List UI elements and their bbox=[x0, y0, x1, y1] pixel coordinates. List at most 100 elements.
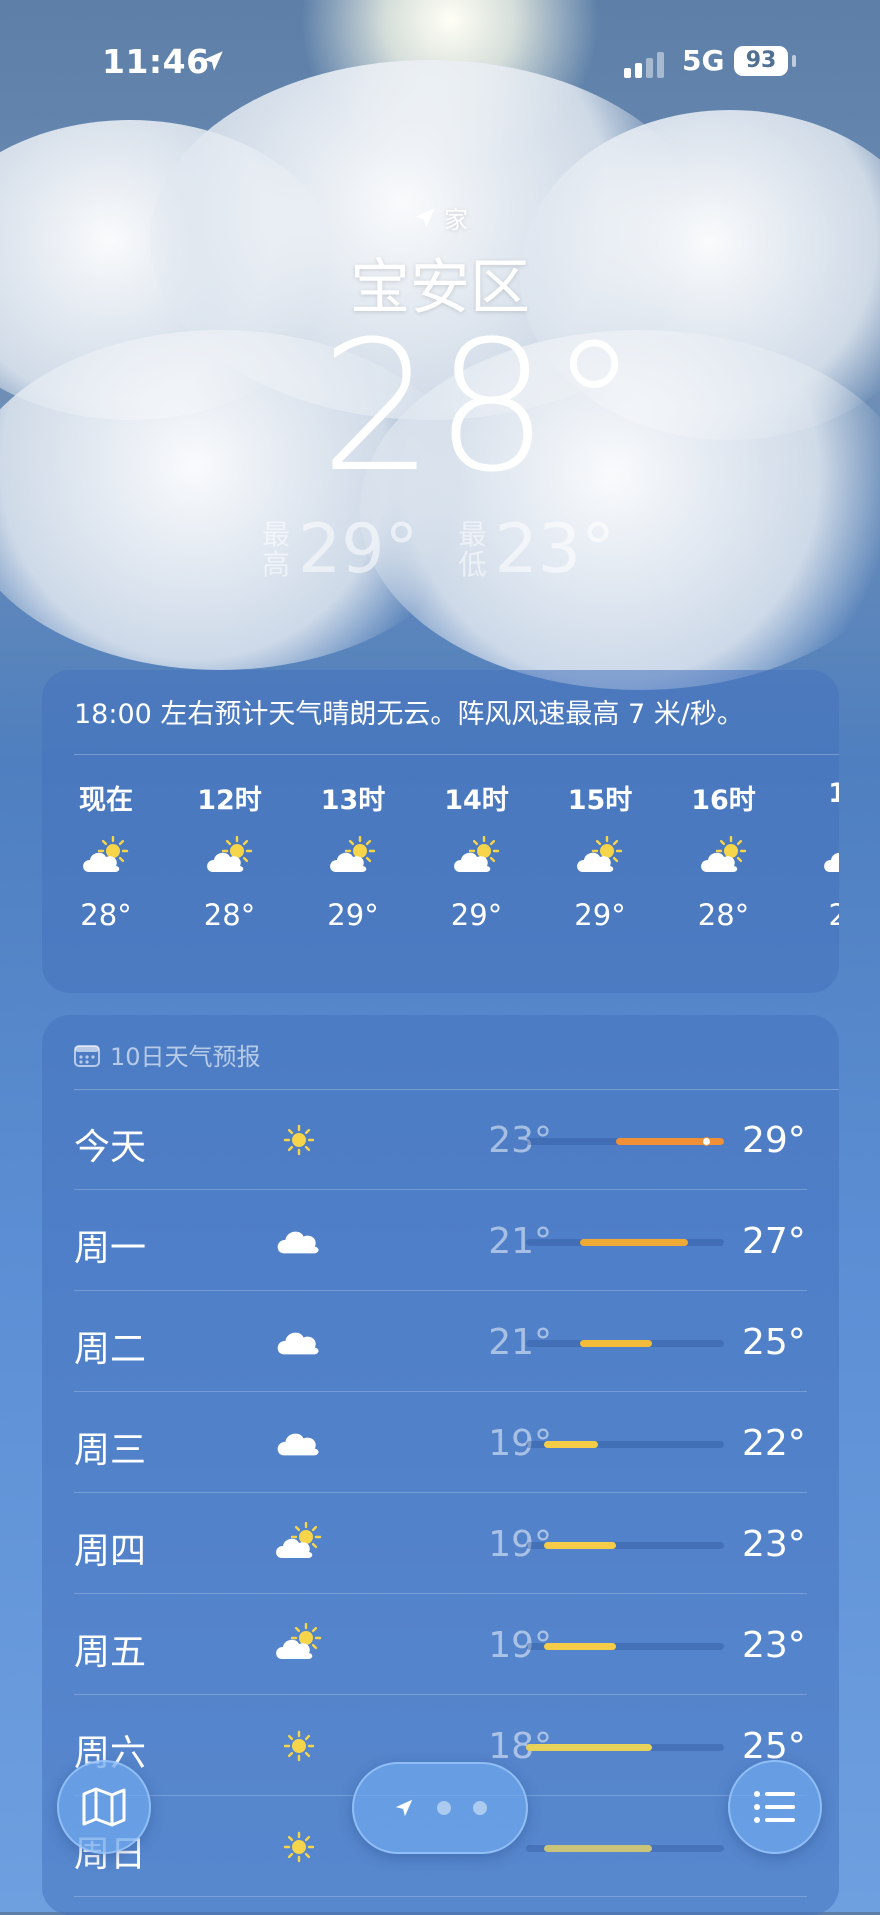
daily-title-text: 10日天气预报 bbox=[110, 1043, 261, 1071]
divider bbox=[74, 1492, 807, 1493]
high-temp: 23° bbox=[742, 1625, 806, 1666]
daily-row[interactable]: 周一 21° 27° bbox=[42, 1191, 839, 1291]
low-label: 最低 bbox=[458, 517, 487, 581]
partly-sunny-icon bbox=[417, 818, 537, 898]
status-time: 11:46 bbox=[102, 42, 210, 81]
sun-icon bbox=[264, 1112, 334, 1168]
daily-row[interactable]: 周三 19° 22° bbox=[42, 1393, 839, 1493]
temp-range-fill bbox=[580, 1239, 688, 1246]
divider bbox=[74, 1694, 807, 1695]
daily-forecast-title: 10日天气预报 bbox=[74, 1037, 261, 1072]
high-label: 最高 bbox=[262, 517, 291, 581]
high-temp: 22° bbox=[742, 1423, 806, 1464]
partly-sunny-icon bbox=[264, 1617, 334, 1673]
hour-temp: 28 bbox=[828, 898, 839, 932]
hourly-item: 15时 29° bbox=[540, 778, 660, 932]
map-icon bbox=[82, 1787, 126, 1827]
hourly-forecast-card[interactable]: 18:00 左右预计天气晴朗无云。阵风风速最高 7 米/秒。 现在 28° 12时… bbox=[42, 670, 839, 993]
hour-temp: 29° bbox=[450, 898, 503, 932]
low-temp: 23° bbox=[494, 510, 616, 589]
partly-sunny-icon bbox=[664, 818, 784, 898]
hour-temp: 28° bbox=[80, 898, 132, 932]
hourly-item: 现在 28° bbox=[46, 778, 166, 932]
bottom-toolbar bbox=[0, 1740, 880, 1912]
map-button[interactable] bbox=[57, 1760, 151, 1854]
daily-row[interactable]: 周四 19° 23° bbox=[42, 1494, 839, 1594]
signal-icon bbox=[624, 52, 664, 78]
home-location: 家 bbox=[0, 200, 880, 235]
temp-range-fill bbox=[580, 1340, 652, 1347]
location-arrow-icon bbox=[395, 1799, 413, 1817]
divider bbox=[74, 1391, 807, 1392]
current-temperature: 28° bbox=[320, 303, 640, 512]
partly-sunny-icon bbox=[170, 818, 290, 898]
hour-label: 14时 bbox=[444, 785, 509, 816]
hourly-item: 12时 28° bbox=[170, 778, 290, 932]
day-label: 今天 bbox=[74, 1127, 147, 1168]
home-label: 家 bbox=[444, 206, 468, 234]
high-low-temperature: 最高 29° 最低 23° bbox=[262, 510, 649, 589]
day-label: 周五 bbox=[74, 1632, 147, 1673]
hour-temp: 29° bbox=[327, 898, 379, 932]
list-button[interactable] bbox=[728, 1760, 822, 1854]
hourly-item: 16时 28° bbox=[664, 778, 784, 932]
hourly-item: 14时 29° bbox=[417, 778, 537, 932]
day-label: 周四 bbox=[74, 1531, 147, 1572]
partly-sunny-icon bbox=[46, 818, 166, 898]
battery-indicator: 93 bbox=[734, 46, 788, 76]
cloud-icon bbox=[264, 1213, 334, 1269]
cloud-icon bbox=[264, 1314, 334, 1370]
battery-tip bbox=[792, 55, 796, 67]
day-label: 周二 bbox=[74, 1329, 147, 1370]
high-temp: 29° bbox=[742, 1120, 806, 1161]
hour-label: 16时 bbox=[691, 785, 756, 816]
divider bbox=[74, 754, 839, 755]
hourly-item: 13时 29° bbox=[293, 778, 413, 932]
divider bbox=[74, 1290, 807, 1291]
cloud-icon bbox=[264, 1415, 334, 1471]
high-temp: 25° bbox=[742, 1322, 806, 1363]
temp-range-bar bbox=[526, 1542, 724, 1549]
temp-range-bar bbox=[526, 1137, 724, 1146]
list-icon bbox=[754, 1791, 795, 1823]
temp-range-bar bbox=[526, 1340, 724, 1347]
daily-row[interactable]: 周五 19° 23° bbox=[42, 1595, 839, 1695]
temp-range-bar bbox=[526, 1441, 724, 1448]
location-arrow-icon bbox=[415, 207, 435, 228]
hour-temp: 28° bbox=[697, 898, 750, 932]
day-label: 周一 bbox=[74, 1228, 147, 1269]
page-dot bbox=[437, 1801, 451, 1815]
partly-sunny-icon bbox=[293, 818, 413, 898]
partly-sunny-icon bbox=[264, 1516, 334, 1572]
temp-range-fill bbox=[544, 1441, 598, 1448]
hour-label: 15时 bbox=[567, 785, 633, 816]
hour-label: 现在 bbox=[79, 785, 133, 816]
temp-range-bar bbox=[526, 1239, 724, 1246]
partly-sunny-icon bbox=[787, 818, 839, 898]
daily-row[interactable]: 周二 21° 25° bbox=[42, 1292, 839, 1392]
calendar-icon bbox=[74, 1044, 100, 1067]
daily-row[interactable]: 今天 23° 29° bbox=[42, 1090, 839, 1190]
temp-range-fill bbox=[544, 1643, 616, 1650]
network-type: 5G bbox=[682, 44, 725, 77]
hour-temp: 29° bbox=[574, 898, 626, 932]
partly-sunny-icon bbox=[540, 818, 660, 898]
hour-label: 17 bbox=[828, 778, 839, 809]
hour-temp: 28° bbox=[203, 898, 256, 932]
hourly-item: 17 28 bbox=[787, 778, 839, 932]
high-temp: 23° bbox=[742, 1524, 806, 1565]
current-temp-dot bbox=[702, 1137, 711, 1146]
high-temp: 29° bbox=[298, 510, 419, 589]
high-temp: 27° bbox=[742, 1221, 806, 1262]
weather-summary: 18:00 左右预计天气晴朗无云。阵风风速最高 7 米/秒。 bbox=[74, 699, 744, 730]
temp-range-fill bbox=[544, 1542, 616, 1549]
day-label: 周三 bbox=[74, 1430, 147, 1471]
location-pager[interactable] bbox=[352, 1762, 528, 1854]
hour-label: 12时 bbox=[197, 785, 262, 816]
page-dot bbox=[473, 1801, 487, 1815]
location-arrow-icon bbox=[203, 51, 223, 71]
hour-label: 13时 bbox=[320, 785, 386, 816]
divider bbox=[74, 1593, 807, 1594]
hourly-list[interactable]: 现在 28° 12时 28° 13时 29° 14时 29° 15时 29° 16时 28… bbox=[42, 778, 839, 978]
status-bar: 11:46 5G 93 bbox=[0, 42, 880, 92]
